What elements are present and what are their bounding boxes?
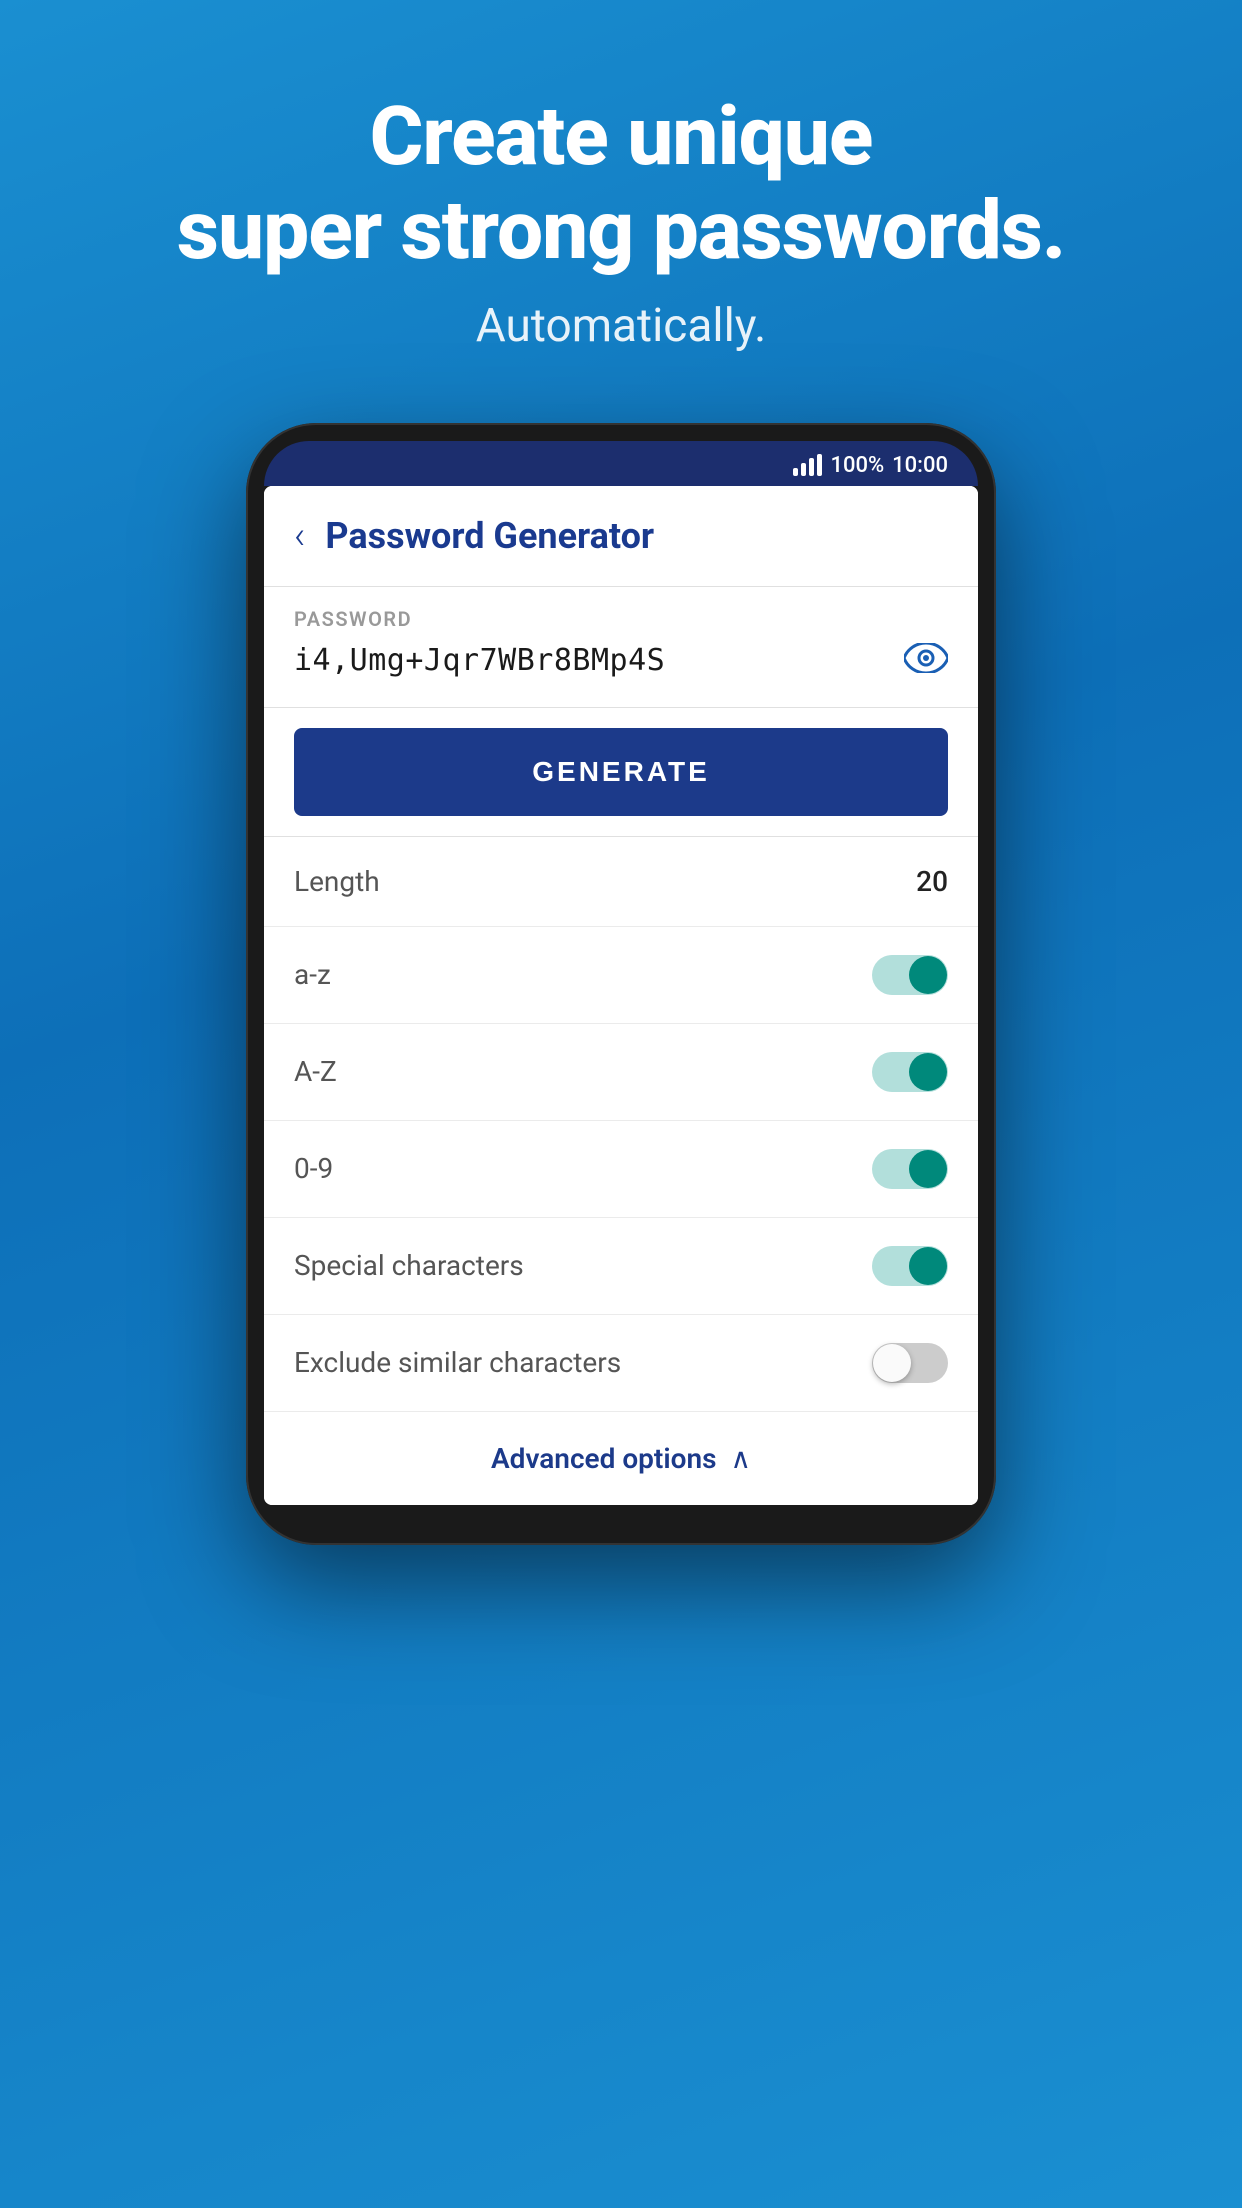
exclude-label: Exclude similar characters — [294, 1346, 621, 1379]
phone-screen: ‹ Password Generator PASSWORD i4,Umg+Jqr… — [264, 486, 978, 1505]
password-section: PASSWORD i4,Umg+Jqr7WBr8BMp4S — [264, 587, 978, 708]
advanced-section[interactable]: Advanced options ∧ — [264, 1412, 978, 1505]
app-bar: ‹ Password Generator — [264, 486, 978, 587]
eye-icon[interactable] — [904, 639, 948, 683]
status-bar: 100% 10:00 — [264, 441, 978, 486]
back-button[interactable]: ‹ — [294, 514, 305, 558]
special-toggle[interactable] — [872, 1246, 948, 1286]
hero-subtitle: Automatically. — [0, 299, 1242, 353]
chevron-up-icon: ∧ — [731, 1442, 752, 1475]
signal-icon — [793, 454, 822, 476]
hero-title: Create unique super strong passwords. — [0, 90, 1242, 279]
generate-section: GENERATE — [264, 708, 978, 837]
az-row: a-z — [264, 927, 978, 1024]
zero9-row: 0-9 — [264, 1121, 978, 1218]
generate-button[interactable]: GENERATE — [294, 728, 948, 816]
app-bar-title: Password Generator — [325, 515, 654, 557]
exclude-toggle[interactable] — [872, 1343, 948, 1383]
az-toggle[interactable] — [872, 955, 948, 995]
password-label: PASSWORD — [294, 607, 948, 631]
zero9-toggle[interactable] — [872, 1149, 948, 1189]
AZ-toggle[interactable] — [872, 1052, 948, 1092]
zero9-label: 0-9 — [294, 1152, 333, 1185]
phone-outer: 100% 10:00 ‹ Password Generator PASSWORD… — [246, 423, 996, 1545]
advanced-label: Advanced options — [491, 1442, 717, 1475]
password-value: i4,Umg+Jqr7WBr8BMp4S — [294, 643, 665, 678]
phone-mockup: 100% 10:00 ‹ Password Generator PASSWORD… — [0, 423, 1242, 1545]
special-label: Special characters — [294, 1249, 524, 1282]
password-row: i4,Umg+Jqr7WBr8BMp4S — [294, 639, 948, 683]
hero-section: Create unique super strong passwords. Au… — [0, 0, 1242, 393]
special-row: Special characters — [264, 1218, 978, 1315]
AZ-label: A-Z — [294, 1055, 337, 1088]
AZ-row: A-Z — [264, 1024, 978, 1121]
exclude-row: Exclude similar characters — [264, 1315, 978, 1412]
az-label: a-z — [294, 958, 331, 991]
length-value: 20 — [916, 865, 948, 898]
length-label: Length — [294, 865, 380, 898]
length-row: Length 20 — [264, 837, 978, 927]
battery-text: 100% — [830, 453, 884, 478]
time-text: 10:00 — [892, 453, 948, 478]
